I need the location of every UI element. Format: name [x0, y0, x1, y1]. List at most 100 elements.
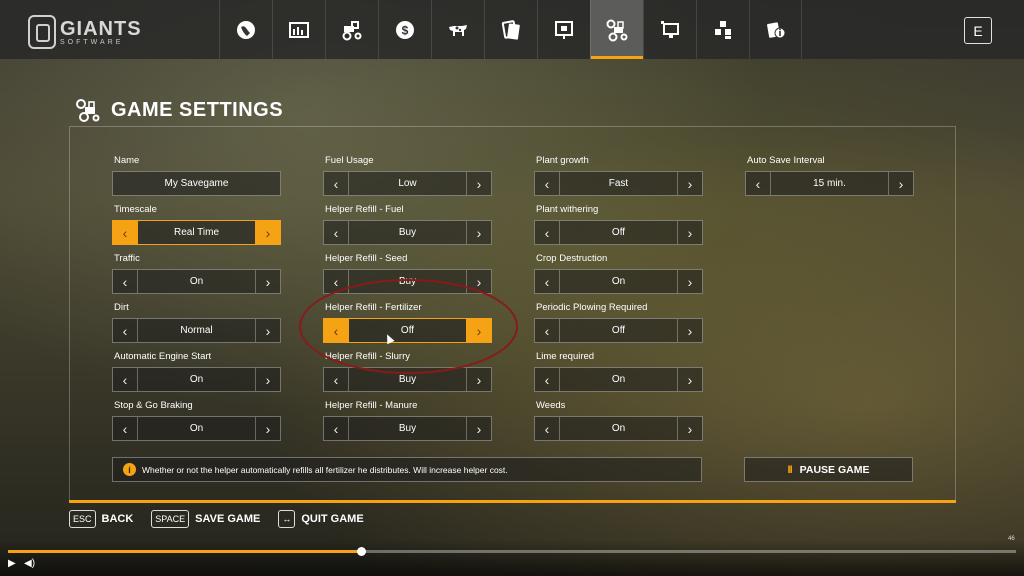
production-tab[interactable] — [696, 0, 749, 59]
option-selector[interactable]: ‹ Off › — [534, 220, 703, 245]
quit-game-label: QUIT GAME — [301, 513, 364, 525]
setting-label: Timescale — [114, 204, 157, 215]
help-screen-icon — [555, 20, 573, 39]
setting-label: Automatic Engine Start — [114, 351, 212, 362]
video-seek-knob[interactable] — [356, 547, 366, 556]
setting-value: On — [189, 374, 204, 385]
page-header: GAME SETTINGS — [75, 98, 283, 122]
chevron-right-icon[interactable]: › — [466, 368, 491, 391]
setting-value: Real Time — [173, 227, 219, 238]
chevron-left-icon[interactable]: ‹ — [324, 417, 349, 440]
chevron-right-icon[interactable]: › — [888, 172, 913, 195]
setting-value: On — [611, 423, 626, 434]
top-menu-bar: GIANTS SOFTWARE $ E — [0, 0, 1024, 59]
chevron-left-icon[interactable]: ‹ — [535, 368, 560, 391]
setting-periodic-plowing-required: Periodic Plowing Required ‹ Off › — [534, 302, 703, 343]
general-settings-tab[interactable] — [643, 0, 696, 59]
animals-tab[interactable] — [431, 0, 484, 59]
option-selector[interactable]: ‹ On › — [112, 269, 281, 294]
setting-helper-refill-manure: Helper Refill - Manure ‹ Buy › — [323, 400, 492, 441]
chevron-right-icon[interactable]: › — [255, 270, 280, 293]
chevron-left-icon[interactable]: ‹ — [113, 221, 138, 244]
chevron-right-icon[interactable]: › — [677, 417, 702, 440]
chevron-right-icon[interactable]: › — [677, 221, 702, 244]
giants-logo: GIANTS SOFTWARE — [28, 15, 142, 49]
exit-key-button[interactable]: E — [964, 17, 992, 44]
setting-value: 15 min. — [813, 178, 846, 189]
chevron-left-icon[interactable]: ‹ — [535, 319, 560, 342]
pause-label: PAUSE GAME — [799, 463, 870, 476]
setting-lime-required: Lime required ‹ On › — [534, 351, 703, 392]
prices-tab[interactable] — [272, 0, 325, 59]
setting-label: Dirt — [114, 302, 129, 313]
chevron-right-icon[interactable]: › — [677, 270, 702, 293]
chevron-right-icon[interactable]: › — [466, 417, 491, 440]
chevron-left-icon[interactable]: ‹ — [113, 417, 138, 440]
setting-weeds: Weeds ‹ On › — [534, 400, 703, 441]
chevron-left-icon[interactable]: ‹ — [324, 368, 349, 391]
chevron-left-icon[interactable]: ‹ — [113, 319, 138, 342]
option-selector[interactable]: ‹ Buy › — [323, 416, 492, 441]
option-selector[interactable]: ‹ 15 min. › — [745, 171, 914, 196]
chevron-left-icon[interactable]: ‹ — [535, 270, 560, 293]
chevron-right-icon[interactable]: › — [677, 368, 702, 391]
chevron-left-icon[interactable]: ‹ — [535, 172, 560, 195]
finances-tab[interactable]: $ — [378, 0, 431, 59]
menu-tabs: $ — [219, 0, 802, 59]
option-selector[interactable]: ‹ On › — [534, 416, 703, 441]
info-tab[interactable] — [749, 0, 802, 59]
option-selector[interactable]: ‹ Real Time › — [112, 220, 281, 245]
option-selector[interactable]: ‹ On › — [534, 367, 703, 392]
option-selector[interactable]: ‹ Buy › — [323, 220, 492, 245]
chevron-right-icon[interactable]: › — [466, 221, 491, 244]
option-selector[interactable]: ‹ On › — [112, 367, 281, 392]
chevron-right-icon[interactable]: › — [255, 319, 280, 342]
vehicles-tab[interactable] — [325, 0, 378, 59]
chevron-left-icon[interactable]: ‹ — [113, 368, 138, 391]
save-game-button[interactable]: SPACE SAVE GAME — [151, 510, 260, 528]
giants-logo-mark — [28, 15, 56, 49]
chevron-left-icon[interactable]: ‹ — [746, 172, 771, 195]
video-seek-bar[interactable] — [8, 547, 1016, 556]
chevron-left-icon[interactable]: ‹ — [535, 221, 560, 244]
option-selector[interactable]: ‹ Low › — [323, 171, 492, 196]
globe-icon — [237, 20, 255, 39]
setting-fuel-usage: Fuel Usage ‹ Low › — [323, 155, 492, 196]
setting-label: Crop Destruction — [536, 253, 608, 264]
volume-icon[interactable]: ◀) — [24, 558, 35, 569]
chevron-left-icon[interactable]: ‹ — [324, 172, 349, 195]
chevron-right-icon[interactable]: › — [255, 368, 280, 391]
game-settings-tab[interactable] — [590, 0, 643, 59]
play-icon[interactable]: ▶ — [8, 558, 16, 569]
option-selector[interactable]: ‹ Off › — [534, 318, 703, 343]
pause-game-button[interactable]: II PAUSE GAME — [744, 457, 913, 482]
chevron-right-icon[interactable]: › — [255, 417, 280, 440]
map-tab[interactable] — [219, 0, 272, 59]
setting-name: Name My Savegame — [112, 155, 281, 196]
option-selector[interactable]: ‹ On › — [534, 269, 703, 294]
option-selector[interactable]: ‹ Normal › — [112, 318, 281, 343]
save-game-label: SAVE GAME — [195, 513, 261, 525]
chevron-right-icon[interactable]: › — [677, 172, 702, 195]
chevron-left-icon[interactable]: ‹ — [113, 270, 138, 293]
page-title: GAME SETTINGS — [111, 98, 284, 121]
savegame-name-input[interactable]: My Savegame — [112, 171, 281, 196]
chevron-right-icon[interactable]: › — [255, 221, 280, 244]
setting-label: Helper Refill - Fuel — [325, 204, 404, 215]
chevron-right-icon[interactable]: › — [466, 172, 491, 195]
setting-label: Traffic — [114, 253, 140, 264]
option-selector[interactable]: ‹ On › — [112, 416, 281, 441]
contracts-tab[interactable] — [484, 0, 537, 59]
help-tab[interactable] — [537, 0, 590, 59]
dollar-icon: $ — [396, 20, 414, 39]
chevron-left-icon[interactable]: ‹ — [324, 221, 349, 244]
back-button[interactable]: ESC BACK — [69, 510, 133, 528]
setting-automatic-engine-start: Automatic Engine Start ‹ On › — [112, 351, 281, 392]
option-selector[interactable]: ‹ Fast › — [534, 171, 703, 196]
chevron-left-icon[interactable]: ‹ — [535, 417, 560, 440]
quit-game-button[interactable]: ↔ QUIT GAME — [278, 510, 364, 528]
setting-value: Normal — [180, 325, 213, 336]
video-progress — [8, 550, 361, 553]
setting-value: Fast — [608, 178, 629, 189]
chevron-right-icon[interactable]: › — [677, 319, 702, 342]
